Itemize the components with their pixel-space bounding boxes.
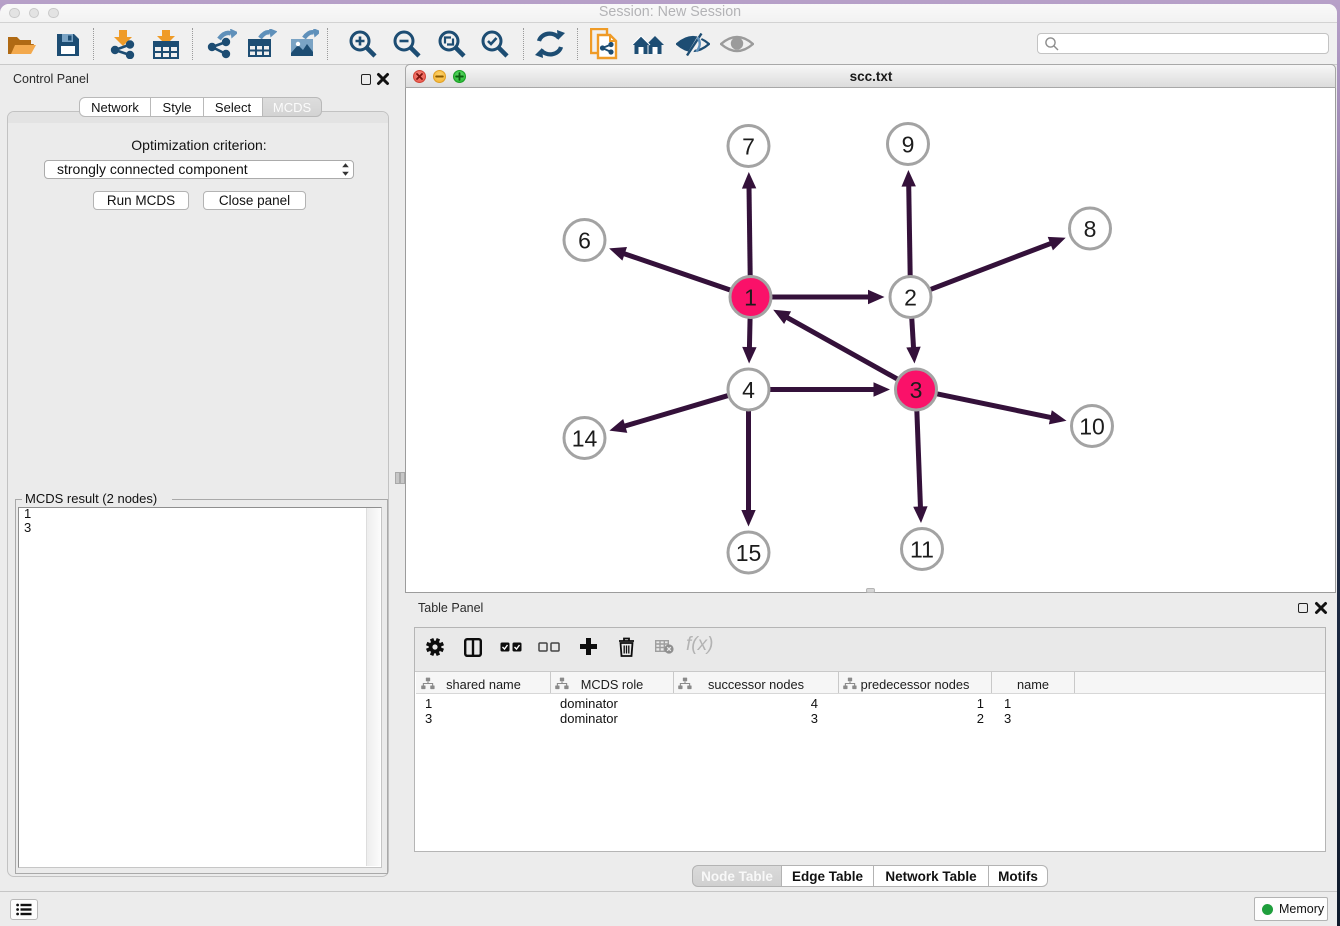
svg-text:6: 6 xyxy=(578,227,591,253)
svg-text:1: 1 xyxy=(744,284,757,310)
svg-text:4: 4 xyxy=(742,377,755,403)
svg-text:8: 8 xyxy=(1084,216,1097,242)
svg-text:11: 11 xyxy=(910,536,934,562)
svg-text:3: 3 xyxy=(910,377,923,403)
svg-text:14: 14 xyxy=(572,425,598,451)
svg-text:10: 10 xyxy=(1079,413,1105,439)
svg-text:15: 15 xyxy=(736,540,762,566)
svg-text:9: 9 xyxy=(902,131,915,157)
svg-text:2: 2 xyxy=(904,284,917,310)
svg-text:7: 7 xyxy=(742,133,755,159)
